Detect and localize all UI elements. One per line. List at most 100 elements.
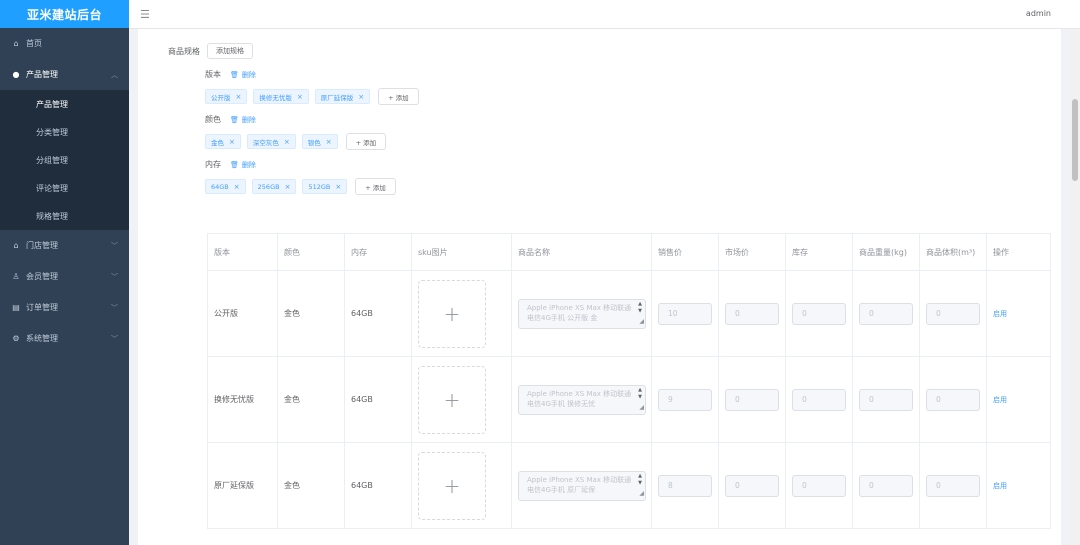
cell-memory: 64GB bbox=[344, 356, 412, 443]
sidebar-subitem-group[interactable]: 分组管理 bbox=[0, 146, 129, 174]
sidebar-item-label: 系统管理 bbox=[26, 334, 58, 343]
cell-memory: 64GB bbox=[344, 442, 412, 529]
product-name-textarea[interactable]: Apple iPhone XS Max 移动联通电信4G手机 换修无忧 ▲ ▼ ◢ bbox=[518, 384, 646, 415]
member-icon: ♙ bbox=[12, 272, 20, 281]
sidebar-subitem-product[interactable]: 产品管理 bbox=[0, 90, 129, 118]
resize-grip-icon[interactable]: ◢ bbox=[639, 489, 644, 499]
price-input[interactable]: 9 bbox=[658, 388, 712, 411]
market-price-input[interactable]: 0 bbox=[725, 302, 779, 325]
username[interactable]: admin bbox=[1026, 9, 1051, 18]
spec-group-title: 颜色 🗑 删除 bbox=[205, 114, 256, 125]
sidebar-item-home[interactable]: ⌂ 首页 bbox=[0, 28, 129, 59]
image-upload[interactable]: + bbox=[418, 451, 486, 520]
trash-icon: 🗑 bbox=[230, 115, 239, 124]
close-icon[interactable]: × bbox=[335, 183, 341, 191]
image-upload[interactable]: + bbox=[418, 365, 486, 434]
close-icon[interactable]: × bbox=[326, 138, 332, 146]
spec-tag: 金色 × bbox=[205, 134, 241, 149]
spec-tag-row: 金色 × 深空灰色 × 银色 × + 添加 bbox=[205, 133, 387, 150]
cell-version: 换修无忧版 bbox=[207, 356, 278, 443]
market-price-input[interactable]: 0 bbox=[725, 388, 779, 411]
sidebar-item-label: 首页 bbox=[26, 39, 42, 48]
spinner-icon[interactable]: ▲ ▼ bbox=[636, 301, 644, 315]
enable-button[interactable]: 启用 bbox=[993, 310, 1007, 318]
add-tag-button[interactable]: + 添加 bbox=[378, 88, 419, 105]
column-header: 商品体积(m³) bbox=[919, 233, 987, 271]
spinner-icon[interactable]: ▲ ▼ bbox=[636, 387, 644, 401]
close-icon[interactable]: × bbox=[236, 93, 242, 101]
vertical-scrollbar[interactable] bbox=[1070, 29, 1080, 545]
close-icon[interactable]: × bbox=[234, 183, 240, 191]
column-header: sku图片 bbox=[411, 233, 512, 271]
cell-version: 原厂延保版 bbox=[207, 442, 278, 529]
product-name-textarea[interactable]: Apple iPhone XS Max 移动联通电信4G手机 公开版 金 ▲ ▼ ◢ bbox=[518, 298, 646, 329]
column-header: 库存 bbox=[785, 233, 853, 271]
product-submenu: 产品管理 分类管理 分组管理 评论管理 规格管理 bbox=[0, 90, 129, 230]
add-tag-button[interactable]: + 添加 bbox=[345, 133, 387, 150]
sidebar-subitem-review[interactable]: 评论管理 bbox=[0, 174, 129, 202]
spec-group-name: 版本 bbox=[205, 70, 221, 79]
delete-spec-button[interactable]: 🗑 删除 bbox=[230, 160, 256, 170]
product-name-textarea[interactable]: Apple iPhone XS Max 移动联通电信4G手机 原厂延保 ▲ ▼ ◢ bbox=[518, 470, 646, 501]
weight-input[interactable]: 0 bbox=[859, 388, 913, 411]
sidebar-item-system[interactable]: ⚙ 系统管理 ﹀ bbox=[0, 323, 129, 354]
volume-input[interactable]: 0 bbox=[926, 474, 980, 497]
user-icon: ● bbox=[12, 70, 20, 79]
delete-spec-button[interactable]: 🗑 删除 bbox=[230, 115, 256, 125]
column-header: 商品重量(kg) bbox=[852, 233, 920, 271]
weight-input[interactable]: 0 bbox=[859, 474, 913, 497]
stock-input[interactable]: 0 bbox=[792, 388, 846, 411]
close-icon[interactable]: × bbox=[358, 93, 364, 101]
column-header: 版本 bbox=[207, 233, 278, 271]
close-icon[interactable]: × bbox=[297, 93, 303, 101]
cell-color: 金色 bbox=[277, 442, 345, 529]
table-header-row: 版本 颜色 内存 sku图片 商品名称 销售价 市场价 库存 商品重量(kg) … bbox=[207, 233, 1051, 271]
plus-icon: + bbox=[443, 387, 461, 412]
resize-grip-icon[interactable]: ◢ bbox=[639, 403, 644, 413]
sidebar-item-store[interactable]: ⌂ 门店管理 ﹀ bbox=[0, 230, 129, 261]
price-input[interactable]: 10 bbox=[658, 302, 712, 325]
spec-group-title: 版本 🗑 删除 bbox=[205, 69, 256, 80]
sidebar-item-member[interactable]: ♙ 会员管理 ﹀ bbox=[0, 261, 129, 292]
scrollbar-thumb[interactable] bbox=[1072, 99, 1078, 181]
weight-input[interactable]: 0 bbox=[859, 302, 913, 325]
volume-input[interactable]: 0 bbox=[926, 302, 980, 325]
main-content: 商品规格 添加规格 版本 🗑 删除 公开版 × 换修无忧版 × 原厂延保版 × + 添加… bbox=[138, 29, 1061, 545]
sidebar-item-product[interactable]: ● 产品管理 ︿ bbox=[0, 59, 129, 90]
enable-button[interactable]: 启用 bbox=[993, 482, 1007, 490]
close-icon[interactable]: × bbox=[284, 138, 290, 146]
stock-input[interactable]: 0 bbox=[792, 474, 846, 497]
chevron-up-icon: ︿ bbox=[111, 70, 118, 79]
chevron-down-icon: ﹀ bbox=[111, 272, 118, 281]
plus-icon: + bbox=[443, 301, 461, 326]
volume-input[interactable]: 0 bbox=[926, 388, 980, 411]
cell-color: 金色 bbox=[277, 356, 345, 443]
delete-spec-button[interactable]: 🗑 删除 bbox=[230, 70, 256, 80]
add-tag-button[interactable]: + 添加 bbox=[355, 178, 396, 195]
sidebar-item-order[interactable]: ▤ 订单管理 ﹀ bbox=[0, 292, 129, 323]
image-upload[interactable]: + bbox=[418, 279, 486, 348]
stock-input[interactable]: 0 bbox=[792, 302, 846, 325]
spec-tag: 原厂延保版 × bbox=[314, 89, 371, 104]
spec-label: 商品规格 bbox=[168, 47, 200, 56]
spec-group-name: 内存 bbox=[205, 160, 221, 169]
hamburger-icon[interactable]: ☰ bbox=[140, 8, 150, 21]
chevron-down-icon: ﹀ bbox=[111, 334, 118, 343]
price-input[interactable]: 8 bbox=[658, 474, 712, 497]
sidebar-subitem-category[interactable]: 分类管理 bbox=[0, 118, 129, 146]
enable-button[interactable]: 启用 bbox=[993, 396, 1007, 404]
add-spec-button[interactable]: 添加规格 bbox=[207, 43, 253, 59]
column-header: 商品名称 bbox=[511, 233, 652, 271]
close-icon[interactable]: × bbox=[285, 183, 291, 191]
cell-memory: 64GB bbox=[344, 270, 412, 357]
market-price-input[interactable]: 0 bbox=[725, 474, 779, 497]
chevron-down-icon: ﹀ bbox=[111, 303, 118, 312]
top-header: ☰ admin bbox=[129, 0, 1080, 29]
spinner-icon[interactable]: ▲ ▼ bbox=[636, 473, 644, 487]
resize-grip-icon[interactable]: ◢ bbox=[639, 317, 644, 327]
sku-table: 版本 颜色 内存 sku图片 商品名称 销售价 市场价 库存 商品重量(kg) … bbox=[207, 233, 1051, 529]
chevron-down-icon: ﹀ bbox=[111, 241, 118, 250]
table-row: 换修无忧版 金色 64GB + Apple iPhone XS Max 移动联通… bbox=[207, 356, 1051, 443]
sidebar-subitem-spec[interactable]: 规格管理 bbox=[0, 202, 129, 230]
close-icon[interactable]: × bbox=[229, 138, 235, 146]
